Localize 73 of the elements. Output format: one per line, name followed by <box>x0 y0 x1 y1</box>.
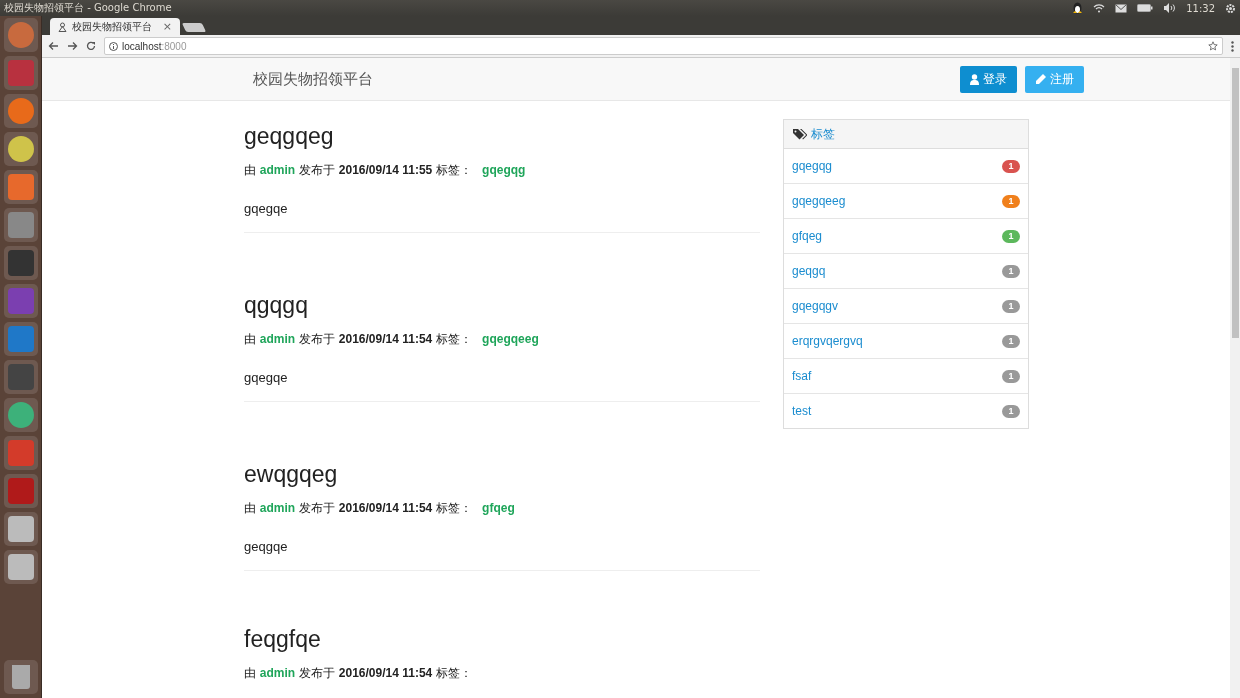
author-link[interactable]: admin <box>259 501 296 515</box>
tag-item[interactable]: fsaf 1 <box>784 358 1028 393</box>
trash-icon[interactable] <box>3 660 38 694</box>
browser-tab[interactable]: 校园失物招领平台 × <box>50 18 180 35</box>
tag-item[interactable]: test 1 <box>784 393 1028 428</box>
launcher-app-icon[interactable] <box>3 208 38 242</box>
window-title: 校园失物招领平台 - Google Chrome <box>4 1 173 15</box>
launcher-app-icon[interactable] <box>3 398 38 432</box>
post-title[interactable]: feqgfqe <box>244 626 760 653</box>
post-meta: 由 admin 发布于 2016/09/14 11:54 标签： <box>244 665 474 682</box>
post-title[interactable]: geqgqeg <box>244 123 760 150</box>
scrollbar-thumb[interactable] <box>1231 68 1239 338</box>
pencil-icon <box>1035 73 1046 85</box>
battery-icon[interactable] <box>1137 4 1154 12</box>
author-link[interactable]: admin <box>259 163 296 177</box>
url-host: localhost <box>122 40 162 52</box>
post-body: geqgqe <box>244 539 289 554</box>
penguin-icon[interactable] <box>1072 2 1084 14</box>
author-link[interactable]: admin <box>259 666 296 680</box>
volume-icon[interactable] <box>1163 3 1177 13</box>
post-body: gqegqe <box>244 201 289 216</box>
tag-link[interactable]: gqegqg <box>482 163 526 177</box>
reload-icon[interactable] <box>86 41 96 51</box>
user-icon <box>970 73 979 85</box>
post-meta: 由 admin 发布于 2016/09/14 11:54 标签： gfqeg <box>244 500 516 517</box>
launcher-app-icon[interactable] <box>3 94 38 128</box>
count-badge: 1 <box>1002 299 1020 313</box>
tag-item[interactable]: gqegqgv 1 <box>784 288 1028 323</box>
back-icon[interactable] <box>48 41 59 51</box>
count-badge: 1 <box>1002 229 1020 243</box>
new-tab-button[interactable] <box>181 23 207 32</box>
launcher-app-icon[interactable] <box>3 132 38 166</box>
launcher-app-icon[interactable] <box>3 550 38 584</box>
post-title[interactable]: ewqgqeg <box>244 461 760 488</box>
tab-close-button[interactable]: × <box>162 20 172 33</box>
post-meta: 由 admin 发布于 2016/09/14 11:55 标签： gqegqg <box>244 162 527 179</box>
count-badge: 1 <box>1002 404 1020 418</box>
post-meta: 由 admin 发布于 2016/09/14 11:54 标签： gqegqeeg <box>244 331 540 348</box>
register-button[interactable]: 注册 <box>1025 65 1084 93</box>
wifi-icon[interactable] <box>1093 3 1106 13</box>
tags-icon <box>793 128 807 140</box>
home-button[interactable] <box>3 18 38 52</box>
url-port: :8000 <box>161 40 187 52</box>
login-button[interactable]: 登录 <box>960 65 1017 93</box>
launcher-app-icon[interactable] <box>3 170 38 204</box>
info-icon <box>109 41 118 51</box>
tag-item[interactable]: gfqeg 1 <box>784 218 1028 253</box>
count-badge: 1 <box>1002 334 1020 348</box>
launcher-app-icon[interactable] <box>3 512 38 546</box>
tag-item[interactable]: gqegqg 1 <box>784 149 1028 183</box>
tag-link[interactable]: gqegqeeg <box>482 332 539 346</box>
forward-icon[interactable] <box>67 41 78 51</box>
post-title[interactable]: qgqgq <box>244 292 760 319</box>
clock-time[interactable]: 11:32 <box>1186 2 1215 14</box>
page-icon <box>58 21 67 32</box>
tag-link[interactable]: gfqeg <box>482 501 515 515</box>
address-bar[interactable]: localhost:8000 <box>104 37 1223 55</box>
count-badge: 1 <box>1002 369 1020 383</box>
author-link[interactable]: admin <box>259 332 296 346</box>
tag-item[interactable]: geqgq 1 <box>784 253 1028 288</box>
count-badge: 1 <box>1002 264 1020 278</box>
count-badge: 1 <box>1002 194 1020 208</box>
post-body: gqegqe <box>244 370 289 385</box>
settings-icon[interactable] <box>1225 2 1236 14</box>
mail-icon[interactable] <box>1115 3 1128 13</box>
star-icon[interactable] <box>1208 41 1218 51</box>
count-badge: 1 <box>1002 159 1020 173</box>
tag-item[interactable]: erqrgvqergvq 1 <box>784 323 1028 358</box>
menu-icon[interactable] <box>1231 40 1234 52</box>
site-brand[interactable]: 校园失物招领平台 <box>253 69 960 89</box>
scrollbar[interactable] <box>1230 58 1240 698</box>
panel-title[interactable]: 标签 <box>811 125 835 143</box>
tag-item[interactable]: gqegqeeg 1 <box>784 183 1028 218</box>
